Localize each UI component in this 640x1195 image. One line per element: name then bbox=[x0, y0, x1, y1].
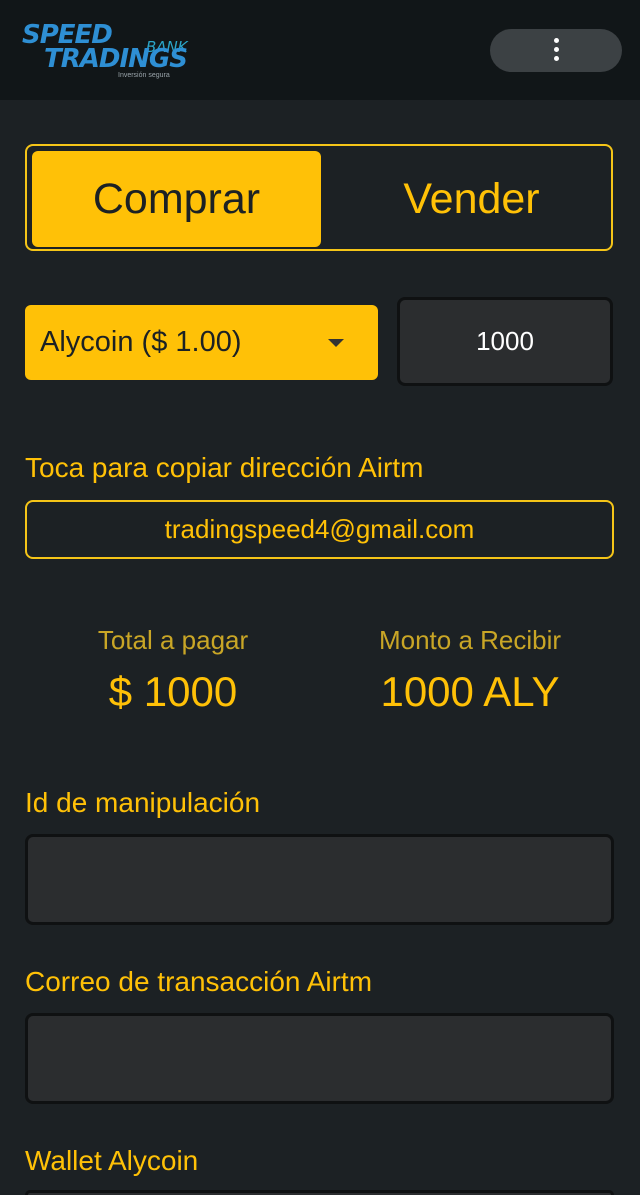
amount-input[interactable]: 1000 bbox=[397, 297, 613, 386]
logo-text-tradings: TRADINGS bbox=[44, 44, 188, 74]
app-bar: SPEED BANK TRADINGS Inversión segura bbox=[0, 0, 640, 100]
airtm-copy-label: Toca para copiar dirección Airtm bbox=[25, 452, 424, 483]
wallet-alycoin-input[interactable] bbox=[25, 1190, 614, 1195]
receive-value: 1000 ALY bbox=[380, 668, 560, 715]
id-manipulacion-input[interactable] bbox=[25, 834, 614, 925]
total-caption: Total a pagar bbox=[97, 625, 249, 655]
email-field-label: Correo de transacción Airtm bbox=[25, 966, 373, 997]
tab-comprar[interactable]: Comprar bbox=[32, 151, 321, 247]
total-value: $ 1000 bbox=[108, 668, 238, 715]
more-vert-icon bbox=[552, 38, 560, 64]
coin-dropdown-value: Alycoin ($ 1.00) bbox=[40, 326, 242, 358]
receive-caption: Monto a Recibir bbox=[378, 625, 562, 655]
tab-vender[interactable]: Vender bbox=[327, 151, 616, 247]
caret-down-icon bbox=[328, 339, 344, 347]
overflow-menu-button[interactable] bbox=[490, 29, 622, 72]
buy-sell-toggle: Comprar Vender bbox=[25, 144, 613, 251]
id-field-label: Id de manipulación bbox=[25, 787, 261, 818]
logo-tagline: Inversión segura bbox=[118, 72, 170, 79]
airtm-email-copy-button[interactable]: tradingspeed4@gmail.com bbox=[25, 500, 614, 559]
coin-dropdown[interactable]: Alycoin ($ 1.00) bbox=[25, 305, 378, 380]
correo-transaccion-input[interactable] bbox=[25, 1013, 614, 1104]
wallet-field-label: Wallet Alycoin bbox=[25, 1145, 199, 1176]
speed-trading-logo: SPEED BANK TRADINGS Inversión segura bbox=[22, 18, 192, 82]
